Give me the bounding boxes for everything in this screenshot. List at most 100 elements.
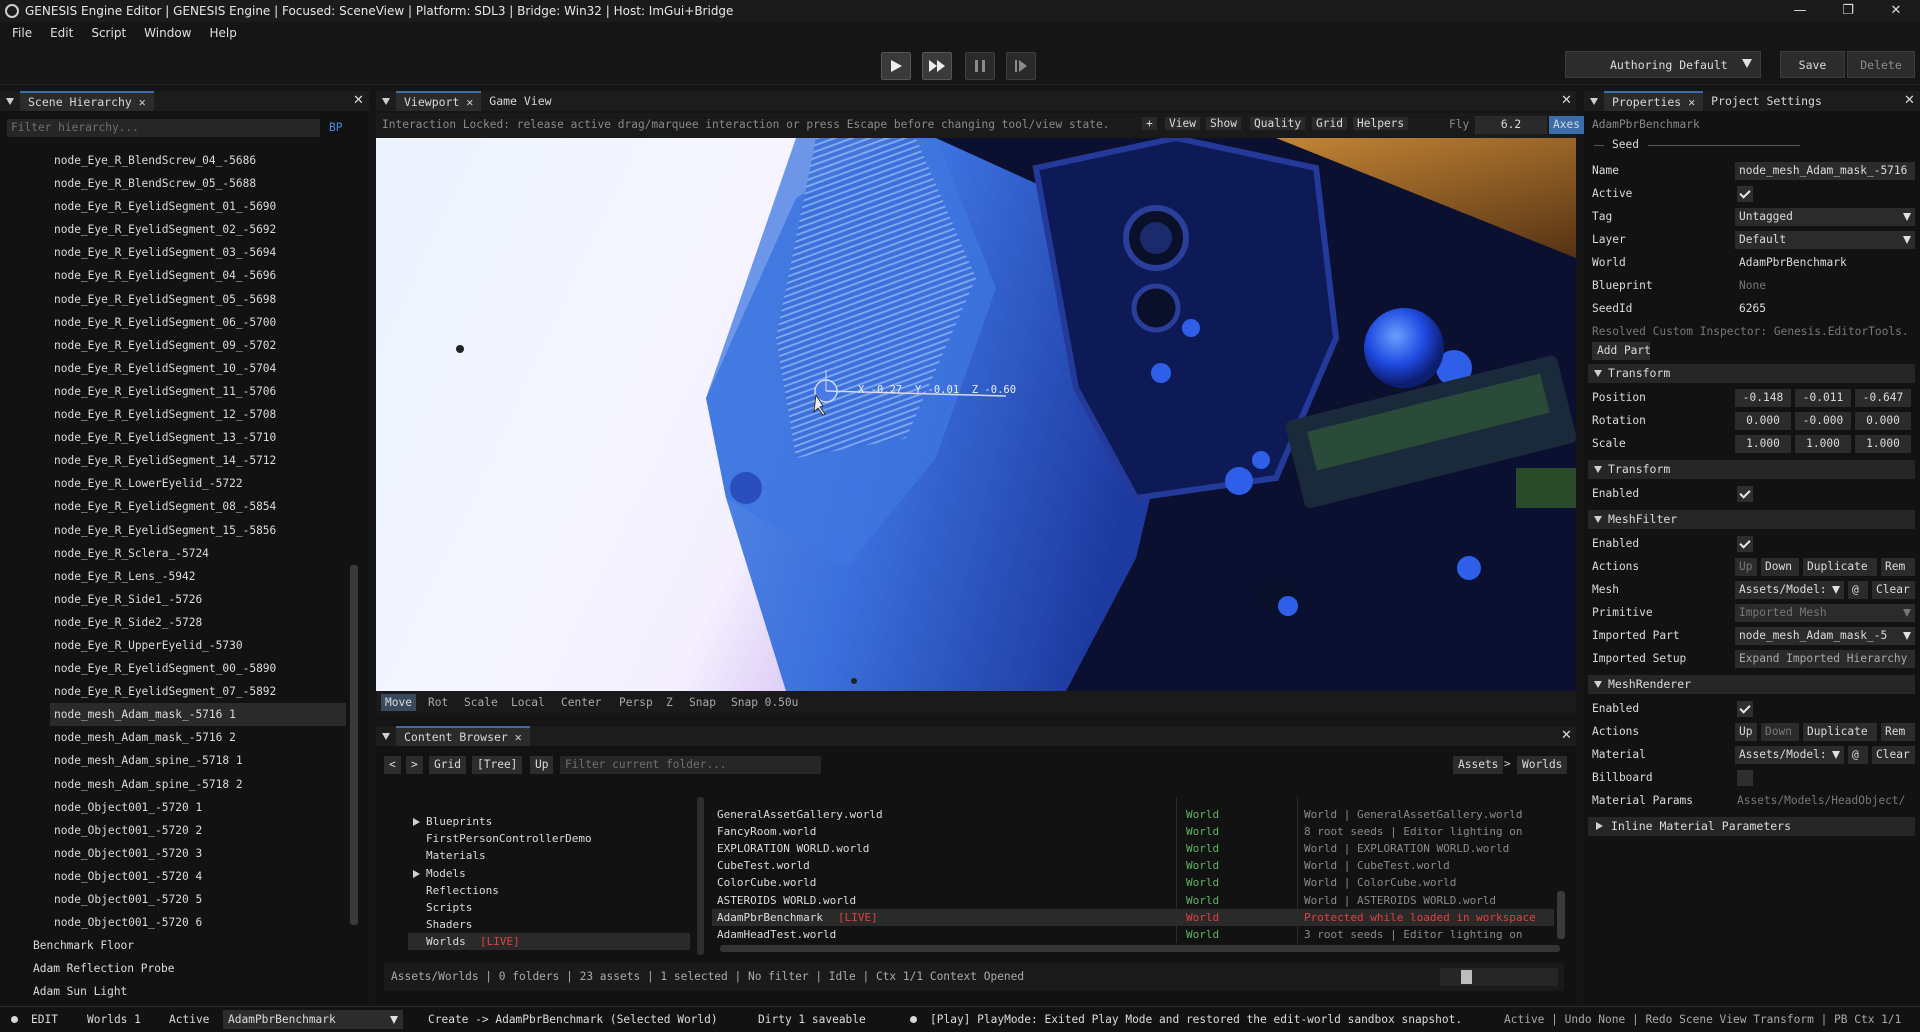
transform-enabled-checkbox[interactable] <box>1737 486 1753 502</box>
close-panel-icon[interactable]: ✕ <box>1561 93 1572 108</box>
mesh-pick-button[interactable]: @ <box>1848 581 1868 599</box>
menu-script[interactable]: Script <box>91 26 126 40</box>
maximize-button[interactable]: ❐ <box>1826 0 1870 22</box>
hierarchy-item[interactable]: node_Object001_-5720 2 <box>0 819 345 842</box>
folder-tree-item[interactable]: Shaders <box>408 916 690 933</box>
hierarchy-item[interactable]: node_Eye_R_EyelidSegment_08_-5854 <box>0 495 345 518</box>
panel-menu-icon[interactable] <box>382 97 390 105</box>
hierarchy-item[interactable]: node_mesh_Adam_mask_-5716 1 <box>50 703 346 727</box>
hierarchy-item[interactable]: node_Object001_-5720 5 <box>0 888 345 911</box>
hierarchy-item[interactable]: node_Eye_R_Lens_-5942 <box>0 565 345 588</box>
asset-list-v-scrollbar[interactable] <box>1557 891 1565 939</box>
close-panel-icon[interactable]: ✕ <box>353 93 364 108</box>
panel-menu-icon[interactable] <box>382 732 390 740</box>
meshrenderer-remove-button[interactable]: Rem <box>1881 723 1915 741</box>
inline-material-params-header[interactable]: Inline Material Parameters <box>1588 817 1915 836</box>
snap-size-button[interactable]: Snap 0.50u <box>728 694 801 711</box>
hierarchy-item[interactable]: node_Eye_R_EyelidSegment_11_-5706 <box>0 380 345 403</box>
menu-help[interactable]: Help <box>209 26 236 40</box>
meshfilter-up-button[interactable]: Up <box>1735 558 1757 576</box>
transform-section-header[interactable]: Transform <box>1588 364 1915 383</box>
meshfilter-section-header[interactable]: MeshFilter <box>1588 510 1915 529</box>
hierarchy-item[interactable]: node_Eye_R_UpperEyelid_-5730 <box>0 634 345 657</box>
scale-tool-button[interactable]: Scale <box>461 694 501 711</box>
hierarchy-item[interactable]: node_Eye_R_EyelidSegment_02_-5692 <box>0 218 345 241</box>
meshrenderer-section-header[interactable]: MeshRenderer <box>1588 675 1915 694</box>
folder-tree-item[interactable]: Materials <box>408 847 690 864</box>
hierarchy-item[interactable]: node_Object001_-5720 6 <box>0 911 345 934</box>
local-space-button[interactable]: Local <box>508 694 548 711</box>
perspective-button[interactable]: Persp <box>616 694 656 711</box>
hierarchy-item[interactable]: node_Object001_-5720 4 <box>0 865 345 888</box>
fast-forward-button[interactable] <box>922 52 952 80</box>
layer-select[interactable]: Default <box>1735 231 1915 249</box>
folder-tree-item[interactable]: FirstPersonControllerDemo <box>408 830 690 847</box>
close-tab-icon[interactable]: ✕ <box>1688 95 1695 109</box>
meshrenderer-down-button[interactable]: Down <box>1761 723 1799 741</box>
meshfilter-remove-button[interactable]: Rem <box>1881 558 1915 576</box>
name-field[interactable]: node_mesh_Adam_mask_-5716 <box>1735 162 1915 180</box>
billboard-checkbox[interactable] <box>1737 770 1753 786</box>
hierarchy-item[interactable]: node_Eye_R_EyelidSegment_14_-5712 <box>0 449 345 472</box>
expand-imported-hierarchy-button[interactable]: Expand Imported Hierarchy <box>1735 650 1915 668</box>
hierarchy-item[interactable]: node_Eye_R_EyelidSegment_05_-5698 <box>0 288 345 311</box>
hierarchy-scrollbar[interactable] <box>350 565 358 925</box>
panel-menu-icon[interactable] <box>6 97 14 105</box>
rotation-x[interactable]: 0.000 <box>1735 412 1791 430</box>
step-button[interactable] <box>1006 52 1036 80</box>
hierarchy-item[interactable]: node_Eye_R_EyelidSegment_06_-5700 <box>0 311 345 334</box>
position-y[interactable]: -0.011 <box>1795 389 1851 407</box>
tab-content-browser[interactable]: Content Browser ✕ <box>396 726 530 746</box>
hierarchy-item[interactable]: node_Eye_R_EyelidSegment_10_-5704 <box>0 357 345 380</box>
hierarchy-filter-input[interactable]: Filter hierarchy... <box>7 119 320 137</box>
show-menu-button[interactable]: Show <box>1206 117 1241 130</box>
close-panel-icon[interactable]: ✕ <box>1904 93 1915 108</box>
minimize-button[interactable]: — <box>1778 0 1822 22</box>
position-z[interactable]: -0.647 <box>1855 389 1911 407</box>
material-select[interactable]: Assets/Model: <box>1735 746 1844 764</box>
imported-part-select[interactable]: node_mesh_Adam_mask_-5 <box>1735 627 1915 645</box>
hierarchy-item[interactable]: node_Eye_R_EyelidSegment_03_-5694 <box>0 241 345 264</box>
hierarchy-item[interactable]: node_Object001_-5720 1 <box>0 796 345 819</box>
nav-back-button[interactable]: < <box>384 756 401 774</box>
hierarchy-item[interactable]: Adam Reflection Probe <box>0 957 345 980</box>
snap-toggle-button[interactable]: Snap <box>686 694 719 711</box>
rotation-z[interactable]: 0.000 <box>1855 412 1911 430</box>
tree-view-button[interactable]: [Tree] <box>472 756 523 774</box>
meshfilter-duplicate-button[interactable]: Duplicate <box>1803 558 1877 576</box>
hierarchy-item[interactable]: node_Eye_R_EyelidSegment_07_-5892 <box>0 680 345 703</box>
nav-forward-button[interactable]: > <box>406 756 423 774</box>
folder-up-button[interactable]: Up <box>530 756 554 774</box>
position-x[interactable]: -0.148 <box>1735 389 1791 407</box>
tab-project-settings[interactable]: Project Settings <box>1703 91 1830 111</box>
transform-component-header[interactable]: Transform <box>1588 460 1915 479</box>
active-checkbox[interactable] <box>1737 186 1753 202</box>
close-window-button[interactable]: ✕ <box>1874 0 1918 22</box>
hierarchy-item[interactable]: node_Eye_R_EyelidSegment_12_-5708 <box>0 403 345 426</box>
hierarchy-item[interactable]: node_Eye_R_EyelidSegment_01_-5690 <box>0 195 345 218</box>
folder-tree-item[interactable]: Blueprints <box>408 813 690 830</box>
primitive-select[interactable]: Imported Mesh <box>1735 604 1915 622</box>
tag-select[interactable]: Untagged <box>1735 208 1915 226</box>
save-button[interactable]: Save <box>1780 51 1845 78</box>
folder-tree-item[interactable]: __smoketests <box>408 951 690 955</box>
folder-tree-item[interactable]: Models <box>408 865 690 882</box>
hierarchy-item[interactable]: node_Eye_R_LowerEyelid_-5722 <box>0 472 345 495</box>
move-tool-button[interactable]: Move <box>381 694 416 711</box>
mesh-select[interactable]: Assets/Model: <box>1735 581 1844 599</box>
hierarchy-item[interactable]: Adam Sun Light <box>0 980 345 1003</box>
grid-menu-button[interactable]: Grid <box>1312 117 1347 130</box>
close-tab-icon[interactable]: ✕ <box>515 730 522 744</box>
menu-edit[interactable]: Edit <box>50 26 73 40</box>
hierarchy-item[interactable]: node_Eye_R_Sclera_-5724 <box>0 542 345 565</box>
scale-z[interactable]: 1.000 <box>1855 435 1911 453</box>
view-menu-button[interactable]: View <box>1165 117 1200 130</box>
hierarchy-item[interactable]: node_Eye_R_EyelidSegment_04_-5696 <box>0 264 345 287</box>
tab-scene-hierarchy[interactable]: Scene Hierarchy ✕ <box>20 91 154 111</box>
hierarchy-item[interactable]: node_Eye_R_Side2_-5728 <box>0 611 345 634</box>
z-axis-button[interactable]: Z <box>663 694 676 711</box>
hierarchy-item[interactable]: node_Eye_R_EyelidSegment_13_-5710 <box>0 426 345 449</box>
meshrenderer-up-button[interactable]: Up <box>1735 723 1757 741</box>
panel-menu-icon[interactable] <box>1590 97 1598 105</box>
hierarchy-item[interactable]: node_Object001_-5720 3 <box>0 842 345 865</box>
